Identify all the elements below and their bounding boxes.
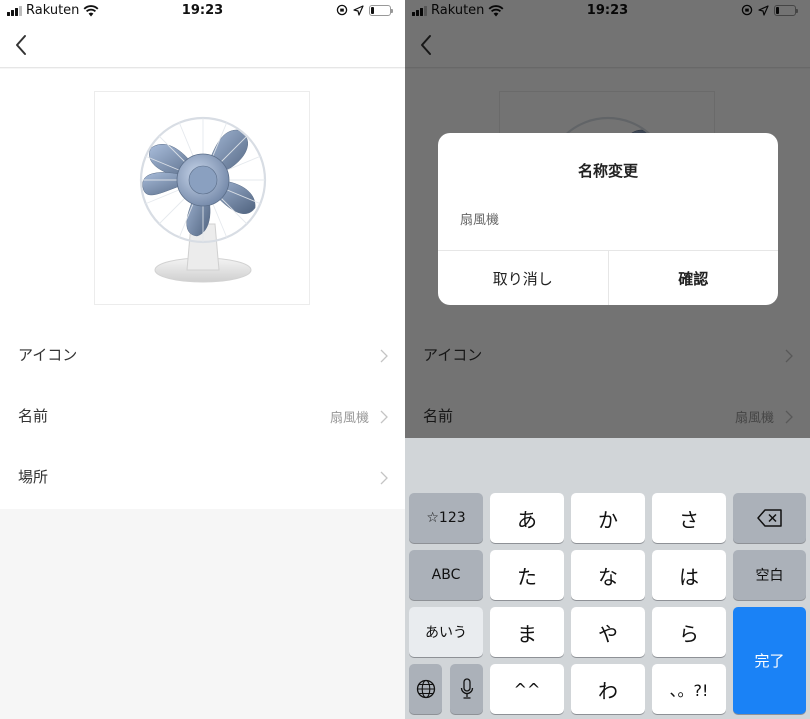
key-ha[interactable]: は bbox=[652, 550, 726, 600]
key-kaomoji[interactable]: ^^ bbox=[490, 664, 564, 714]
device-settings-screen: Rakuten 19:23 アイコン 名前 扇風機 場所 bbox=[0, 0, 405, 719]
dialog-title: 名称変更 bbox=[577, 162, 638, 180]
orientation-lock-icon bbox=[336, 4, 348, 16]
kana-keyboard: ☆123 あ か さ ABC た な は 空白 あいう ま や ら 完了 ^^ … bbox=[405, 438, 810, 719]
key-kana-mode[interactable]: あいう bbox=[409, 607, 483, 657]
delete-key[interactable] bbox=[733, 493, 806, 543]
row-label: 名前 bbox=[18, 407, 49, 425]
rename-dialog: 名称変更 取り消し 確認 bbox=[438, 133, 778, 305]
chevron-right-icon bbox=[380, 349, 388, 363]
key-a[interactable]: あ bbox=[490, 493, 564, 543]
key-space[interactable]: 空白 bbox=[733, 550, 806, 600]
location-icon bbox=[353, 4, 364, 16]
done-key[interactable]: 完了 bbox=[733, 607, 806, 714]
key-ya[interactable]: や bbox=[571, 607, 645, 657]
key-symbols[interactable]: ☆123 bbox=[409, 493, 483, 543]
key-wa[interactable]: わ bbox=[571, 664, 645, 714]
key-na[interactable]: な bbox=[571, 550, 645, 600]
globe-icon bbox=[416, 679, 435, 699]
backspace-icon bbox=[756, 509, 782, 527]
status-bar: Rakuten 19:23 bbox=[0, 0, 405, 22]
settings-list: アイコン 名前 扇風機 場所 bbox=[0, 325, 405, 509]
chevron-right-icon bbox=[380, 471, 388, 485]
microphone-icon bbox=[460, 678, 473, 699]
row-value: 扇風機 bbox=[329, 411, 369, 426]
key-ra[interactable]: ら bbox=[652, 607, 726, 657]
key-abc[interactable]: ABC bbox=[409, 550, 483, 600]
key-sa[interactable]: さ bbox=[652, 493, 726, 543]
cancel-button[interactable]: 取り消し bbox=[438, 251, 609, 305]
rename-screen: Rakuten 19:23 アイコン bbox=[405, 0, 810, 719]
globe-key[interactable] bbox=[409, 664, 442, 714]
electric-fan-icon bbox=[139, 116, 267, 283]
key-ma[interactable]: ま bbox=[490, 607, 564, 657]
key-ta[interactable]: た bbox=[490, 550, 564, 600]
dialog-actions: 取り消し 確認 bbox=[438, 250, 778, 305]
row-label: 場所 bbox=[18, 468, 49, 486]
device-icon-frame bbox=[94, 91, 310, 305]
dictation-key[interactable] bbox=[450, 664, 483, 714]
row-label: アイコン bbox=[18, 346, 78, 364]
back-button[interactable] bbox=[10, 32, 34, 58]
chevron-right-icon bbox=[380, 410, 388, 424]
device-icon-preview bbox=[0, 69, 405, 325]
confirm-button[interactable]: 確認 bbox=[609, 251, 779, 305]
settings-row-location[interactable]: 場所 bbox=[0, 447, 405, 508]
key-punctuation[interactable]: 、。?! bbox=[652, 664, 726, 714]
name-input[interactable] bbox=[460, 207, 756, 229]
nav-bar bbox=[0, 22, 405, 68]
settings-row-icon[interactable]: アイコン bbox=[0, 325, 405, 386]
key-ka[interactable]: か bbox=[571, 493, 645, 543]
settings-row-name[interactable]: 名前 扇風機 bbox=[0, 386, 405, 447]
battery-icon bbox=[369, 4, 393, 16]
